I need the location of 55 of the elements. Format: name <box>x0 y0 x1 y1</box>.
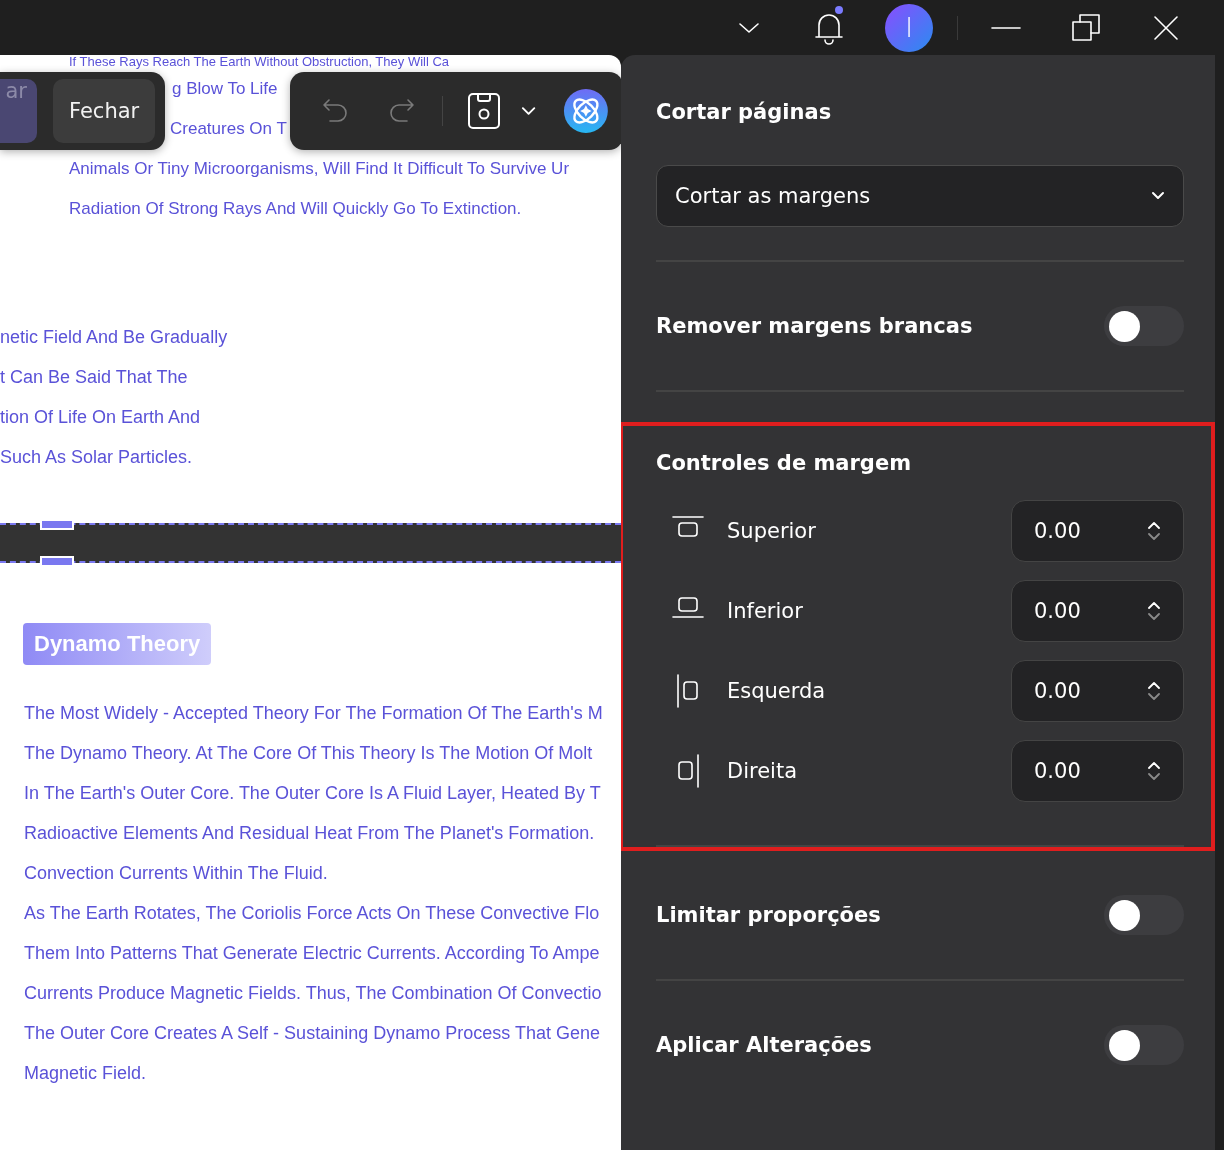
minimize-icon[interactable] <box>991 25 1021 30</box>
spin-up-icon[interactable] <box>1147 521 1161 529</box>
restore-icon[interactable] <box>1071 12 1101 43</box>
spin-up-icon[interactable] <box>1147 601 1161 609</box>
document-text: As The Earth Rotates, The Coriolis Force Acts On These Convective Flo <box>24 902 600 924</box>
close-icon[interactable] <box>1153 14 1179 41</box>
section-title: Controles de margem <box>656 451 912 475</box>
document-text: tion Of Life On Earth And <box>0 406 201 428</box>
toggle-switch[interactable] <box>1104 306 1184 346</box>
setting-label: Limitar proporções <box>656 903 881 927</box>
document-text: Creatures On T <box>170 119 287 139</box>
document-text: g Blow To Life <box>172 79 278 99</box>
margin-label: Esquerda <box>727 679 827 703</box>
spin-up-icon[interactable] <box>1147 761 1161 769</box>
spin-down-icon[interactable] <box>1147 533 1161 541</box>
document-text: Radioactive Elements And Residual Heat From The Planet's Formation. <box>24 822 595 844</box>
document-text: Radiation Of Strong Rays And Will Quickly Go To Extinction. <box>69 199 522 219</box>
section-heading: Dynamo Theory <box>23 623 212 665</box>
number-field[interactable]: 0.00 <box>1011 580 1184 642</box>
document-text: Magnetic Field. <box>24 1062 147 1084</box>
spin-up-icon[interactable] <box>1147 681 1161 689</box>
document-text: Them Into Patterns That Generate Electric Currents. According To Ampe <box>24 942 600 964</box>
setting-label: Remover margens brancas <box>656 314 973 338</box>
number-field[interactable]: 0.00 <box>1011 500 1184 562</box>
crop-handle[interactable] <box>40 519 74 530</box>
spin-down-icon[interactable] <box>1147 693 1161 701</box>
margin-label: Inferior <box>727 599 804 623</box>
document-text: Such As Solar Particles. <box>0 446 193 468</box>
ai-assistant-icon[interactable] <box>563 87 609 135</box>
crop-handle[interactable] <box>40 556 74 567</box>
number-field[interactable]: 0.00 <box>1011 740 1184 802</box>
document-text: The Dynamo Theory. At The Core Of This Theory Is The Motion Of Molt <box>24 742 593 764</box>
document-text: t Can Be Said That The <box>0 366 188 388</box>
margin-label: Direita <box>727 759 799 783</box>
mode-dropdown[interactable]: Cortar as margens <box>656 165 1184 227</box>
number-field[interactable]: 0.00 <box>1011 660 1184 722</box>
panel-title: Cortar páginas <box>656 100 833 124</box>
spin-down-icon[interactable] <box>1147 613 1161 621</box>
setting-label: Aplicar Alterações <box>656 1033 872 1057</box>
toggle-switch[interactable] <box>1104 895 1184 935</box>
document-text: netic Field And Be Gradually <box>0 326 228 348</box>
document-text: The Most Widely - Accepted Theory For The Formation Of The Earth's M <box>24 702 603 724</box>
document-text: Currents Produce Magnetic Fields. Thus, The Combination Of Convectio <box>24 982 602 1004</box>
margin-label: Superior <box>727 519 817 543</box>
chevron-down-icon[interactable] <box>520 105 538 117</box>
document-text: Animals Or Tiny Microorganisms, Will Find It Difficult To Survive Ur <box>69 159 570 179</box>
document-text: The Outer Core Creates A Self - Sustaining Dynamo Process That Gene <box>24 1022 600 1044</box>
document-text: In The Earth's Outer Core. The Outer Core Is A Fluid Layer, Heated By T <box>24 782 601 804</box>
chevron-down-icon <box>1151 191 1165 201</box>
document-text: Convection Currents Within The Fluid. <box>24 862 328 884</box>
document-text: If These Rays Reach The Earth Without Obstruction, They Will Ca <box>69 55 450 69</box>
toggle-switch[interactable] <box>1104 1025 1184 1065</box>
spin-down-icon[interactable] <box>1147 773 1161 781</box>
user-avatar[interactable]: I <box>885 3 933 52</box>
close-button[interactable]: Fechar <box>53 79 156 143</box>
